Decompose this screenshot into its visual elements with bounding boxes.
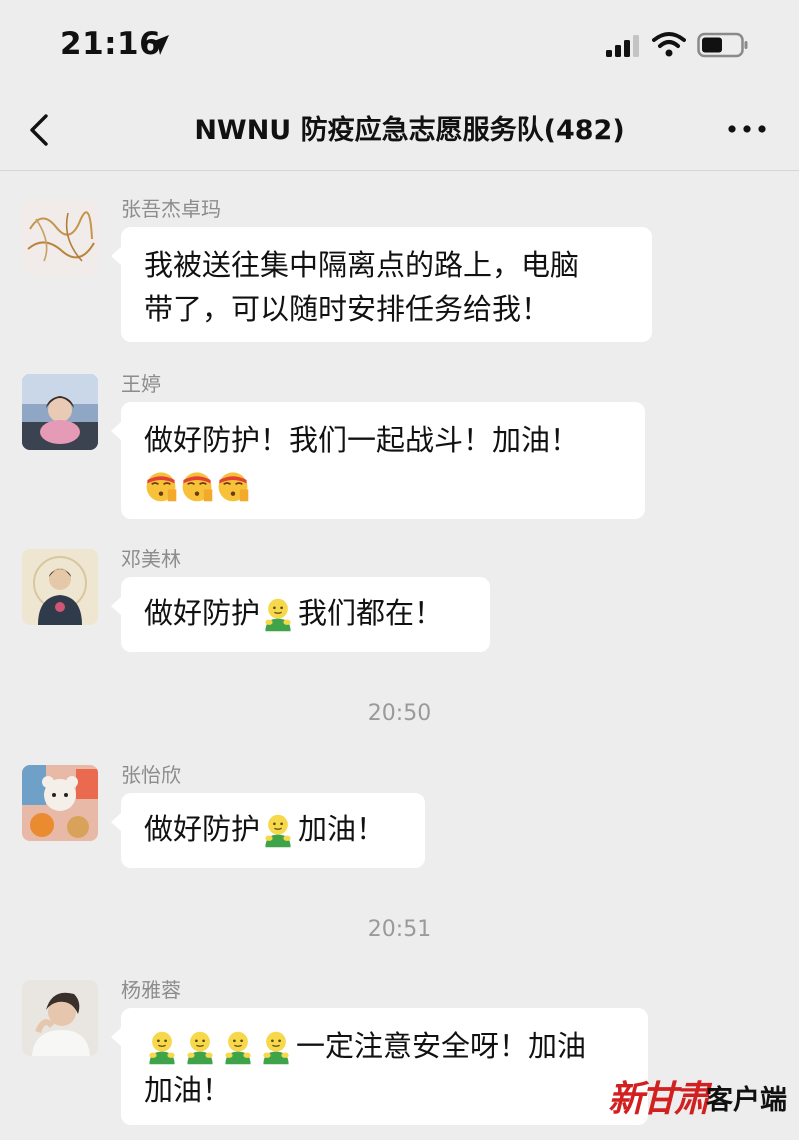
message-text: 我被送往集中隔离点的路上，电脑 — [144, 248, 580, 282]
group-chat-title: NWNU 防疫应急志愿服务队(482) — [194, 115, 625, 146]
message-text: 我们都在！ — [298, 596, 444, 630]
saluting-face-icon — [180, 469, 214, 503]
timestamp: 20:50 — [367, 701, 432, 726]
message-bubble[interactable]: 做好防护！我们一起战斗！加油！ — [111, 402, 645, 519]
green-hug-emoji-icon — [258, 1030, 294, 1066]
message-text: 加油！ — [144, 1073, 232, 1107]
message-bubble[interactable]: 做好防护 我们都在！ — [111, 577, 490, 652]
message-text: 加油！ — [298, 812, 386, 846]
sender-name: 张吾杰卓玛 — [121, 197, 221, 221]
sender-name: 杨雅蓉 — [121, 978, 181, 1002]
saluting-face-icon — [216, 469, 250, 503]
message-line: 一定注意安全呀！加油 — [144, 1024, 625, 1068]
battery-icon — [697, 32, 748, 58]
green-hug-emoji-icon — [260, 597, 296, 633]
watermark-label: 客户端 — [706, 1085, 787, 1116]
message-text: 带了，可以随时安排任务给我！ — [144, 292, 551, 326]
timestamp: 20:51 — [367, 917, 432, 942]
message-bubble[interactable]: 我被送往集中隔离点的路上，电脑 带了，可以随时安排任务给我！ — [111, 227, 652, 342]
cellular-signal-icon — [606, 35, 639, 57]
watermark-brand-logo: 新甘肃 — [608, 1078, 710, 1120]
green-hug-emoji-icon — [144, 1030, 180, 1066]
sender-name: 王婷 — [121, 372, 161, 396]
message-bubble[interactable]: 做好防护 加油！ — [111, 793, 425, 868]
message-text: 做好防护 — [144, 812, 261, 846]
sender-name: 邓美林 — [121, 547, 181, 571]
status-bar: 21:16 — [0, 0, 799, 90]
wifi-icon — [652, 32, 686, 57]
avatar[interactable] — [22, 980, 98, 1056]
location-arrow-icon — [149, 35, 169, 55]
message-bubble[interactable]: 一定注意安全呀！加油 加油！ — [111, 1008, 648, 1125]
back-chevron-icon[interactable] — [26, 112, 54, 148]
message-text: 做好防护！我们一起战斗！加油！ — [144, 423, 580, 457]
message-text: 做好防护 — [144, 596, 261, 630]
green-hug-emoji-icon — [220, 1030, 256, 1066]
green-hug-emoji-icon — [182, 1030, 218, 1066]
avatar[interactable] — [22, 374, 98, 450]
emoji-row — [144, 462, 622, 506]
avatar[interactable] — [22, 549, 98, 625]
sender-name: 张怡欣 — [121, 763, 181, 787]
saluting-face-icon — [144, 469, 178, 503]
message-text: 一定注意安全呀！加油 — [296, 1029, 587, 1063]
avatar[interactable] — [22, 199, 98, 275]
avatar[interactable] — [22, 765, 98, 841]
more-options-icon[interactable] — [724, 114, 770, 144]
news-app-watermark: 新甘肃 客户端 — [608, 1066, 798, 1120]
green-hug-emoji-icon — [260, 813, 296, 849]
chat-header: NWNU 防疫应急志愿服务队(482) — [0, 90, 799, 171]
